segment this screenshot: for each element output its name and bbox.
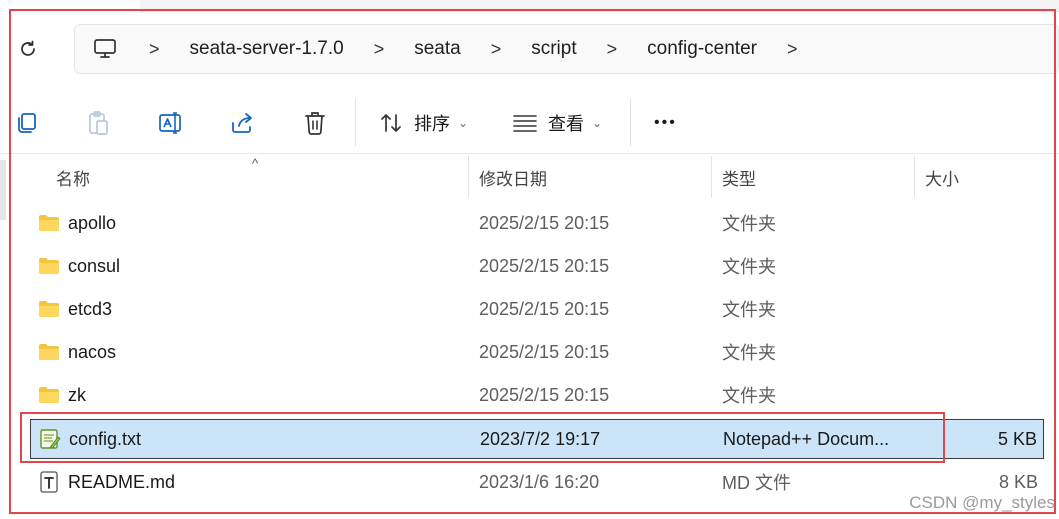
nav-pane-edge (0, 160, 6, 220)
column-size-label: 大小 (925, 169, 959, 189)
breadcrumb-item[interactable]: script (531, 38, 576, 60)
file-name: apollo (68, 212, 117, 233)
column-header: 名称 修改日期 类型 大小 (30, 156, 1059, 198)
chevron-down-icon: ⌄ (592, 116, 603, 130)
refresh-button[interactable] (16, 37, 40, 61)
file-type: Notepad++ Docum... (723, 428, 890, 449)
file-name-cell: etcd3 (38, 299, 112, 320)
toolbar-divider (630, 98, 631, 146)
watermark: CSDN @my_styles (909, 493, 1055, 512)
file-name: config.txt (69, 428, 142, 449)
more-icon: ••• (654, 114, 677, 131)
file-type: 文件夹 (722, 300, 776, 320)
file-row-selected[interactable]: config.txt 2023/7/2 19:17 Notepad++ Docu… (30, 419, 1044, 459)
file-row[interactable]: etcd3 2025/2/15 20:15 文件夹 (30, 289, 1044, 329)
file-row[interactable]: nacos 2025/2/15 20:15 文件夹 (30, 332, 1044, 372)
file-date: 2023/7/2 19:17 (480, 428, 601, 449)
title-strip (140, 0, 1059, 12)
paste-icon (89, 111, 108, 135)
file-row[interactable]: README.md 2023/1/6 16:20 MD 文件 8 KB (30, 462, 1044, 502)
file-explorer-window: > seata-server-1.7.0 > seata > script > … (0, 0, 1059, 519)
column-size-header[interactable]: 大小 (915, 156, 1045, 198)
folder-icon (38, 213, 60, 233)
breadcrumb-item[interactable]: seata (414, 38, 460, 60)
breadcrumb-separator[interactable]: > (374, 39, 385, 60)
file-name: etcd3 (68, 298, 113, 319)
folder-icon (38, 256, 60, 276)
file-date: 2025/2/15 20:15 (479, 212, 610, 233)
breadcrumb-separator[interactable]: > (149, 39, 160, 60)
file-name: README.md (68, 471, 176, 492)
file-name: zk (68, 384, 86, 405)
file-name: nacos (68, 341, 117, 362)
file-size: 8 KB (998, 471, 1038, 492)
folder-icon (38, 342, 60, 362)
sort-button[interactable]: 排序 ⌄ (378, 106, 468, 140)
breadcrumb-separator[interactable]: > (491, 39, 502, 60)
address-row: > seata-server-1.7.0 > seata > script > … (0, 20, 1059, 78)
copy-icon (18, 113, 36, 133)
share-button[interactable] (230, 106, 256, 140)
column-date-header[interactable]: 修改日期 (469, 156, 711, 198)
copy-button[interactable] (15, 106, 39, 140)
file-type: 文件夹 (722, 343, 776, 363)
folder-icon (38, 299, 60, 319)
trash-icon (305, 112, 325, 135)
this-pc-icon[interactable] (93, 36, 119, 62)
folder-icon (38, 385, 60, 405)
file-type: 文件夹 (722, 214, 776, 234)
column-name-label: 名称 (56, 169, 90, 189)
file-type: 文件夹 (722, 257, 776, 277)
rename-icon (159, 112, 181, 134)
file-name-cell: apollo (38, 213, 116, 234)
file-type: 文件夹 (722, 386, 776, 406)
file-row[interactable]: apollo 2025/2/15 20:15 文件夹 (30, 203, 1044, 243)
file-name-cell: nacos (38, 342, 116, 363)
breadcrumb-separator[interactable]: > (607, 39, 618, 60)
chevron-down-icon: ⌄ (458, 116, 469, 130)
paste-button[interactable] (86, 106, 110, 140)
command-bar: 排序 ⌄ 查看 ⌄ ••• (0, 92, 1059, 154)
file-date: 2025/2/15 20:15 (479, 298, 610, 319)
column-type-header[interactable]: 类型 (712, 156, 914, 198)
breadcrumb[interactable]: > seata-server-1.7.0 > seata > script > … (74, 24, 1059, 74)
refresh-icon (21, 40, 35, 56)
file-date: 2023/1/6 16:20 (479, 471, 600, 492)
share-icon (232, 113, 252, 133)
file-row[interactable]: zk 2025/2/15 20:15 文件夹 (30, 375, 1044, 415)
file-date: 2025/2/15 20:15 (479, 341, 610, 362)
more-options-button[interactable]: ••• (654, 106, 677, 140)
notepadpp-file-icon (39, 429, 61, 449)
column-name-header[interactable]: 名称 (46, 156, 466, 198)
view-list-icon (513, 115, 537, 132)
text-file-icon (38, 471, 60, 493)
sort-icon (381, 114, 401, 132)
breadcrumb-item[interactable]: config-center (647, 38, 757, 60)
rename-button[interactable] (158, 106, 184, 140)
view-label: 查看 (548, 114, 584, 134)
file-name-cell: zk (38, 385, 86, 406)
column-type-label: 类型 (722, 169, 756, 189)
file-size: 5 KB (997, 428, 1037, 449)
file-name-cell: config.txt (39, 429, 141, 450)
toolbar-divider (355, 98, 356, 146)
file-type: MD 文件 (722, 473, 791, 493)
breadcrumb-separator[interactable]: > (787, 39, 798, 60)
delete-button[interactable] (303, 106, 327, 140)
column-date-label: 修改日期 (479, 169, 547, 189)
breadcrumb-item[interactable]: seata-server-1.7.0 (190, 38, 344, 60)
file-name: consul (68, 255, 121, 276)
file-name-cell: README.md (38, 471, 176, 493)
file-date: 2025/2/15 20:15 (479, 384, 610, 405)
view-button[interactable]: 查看 ⌄ (512, 106, 602, 140)
sort-label: 排序 (414, 114, 450, 134)
file-date: 2025/2/15 20:15 (479, 255, 610, 276)
file-row[interactable]: consul 2025/2/15 20:15 文件夹 (30, 246, 1044, 286)
file-name-cell: consul (38, 256, 120, 277)
